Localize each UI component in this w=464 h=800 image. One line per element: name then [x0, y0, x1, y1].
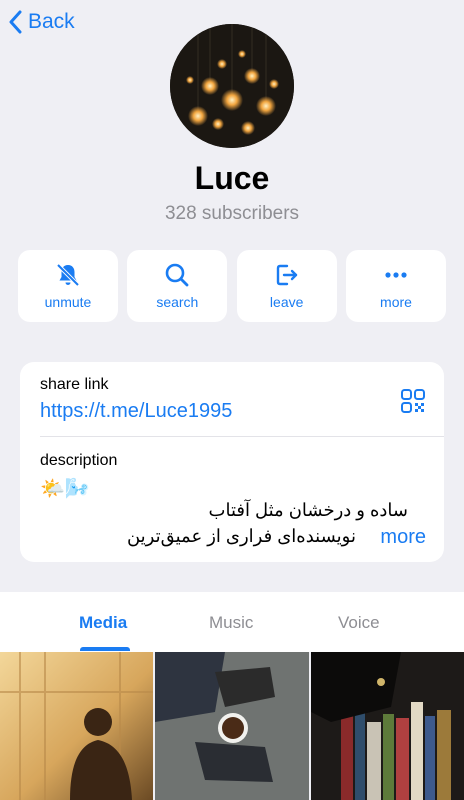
action-bar: unmute search leave more — [18, 250, 446, 322]
coffee-shoes-image — [155, 652, 309, 800]
search-button[interactable]: search — [127, 250, 228, 322]
description-line-1: ساده و درخشان مثل آفتاب — [208, 500, 408, 520]
qr-code-icon — [401, 389, 425, 413]
divider — [40, 436, 444, 437]
leave-button[interactable]: leave — [236, 250, 337, 322]
search-icon — [166, 263, 189, 287]
description-emoji: 🌤️🌬️ — [40, 478, 90, 500]
unmute-button[interactable]: unmute — [18, 250, 118, 322]
media-thumbnail[interactable] — [311, 652, 464, 800]
media-tab-bar: Media Music Voice — [0, 592, 464, 652]
leave-label: leave — [269, 294, 304, 310]
subscriber-count: 328 subscribers — [164, 203, 300, 224]
bell-slash-icon — [56, 263, 80, 287]
search-label: search — [156, 294, 199, 310]
back-button[interactable]: Back — [8, 10, 75, 34]
cat-bookshelf-image — [311, 652, 464, 800]
media-grid — [0, 652, 464, 800]
info-card: share link https://t.me/Luce1995 descrip… — [20, 362, 444, 562]
window-silhouette-image — [0, 652, 153, 800]
chevron-left-icon — [9, 10, 22, 34]
bokeh-lights-image — [170, 24, 294, 148]
media-thumbnail[interactable] — [0, 652, 153, 800]
share-link-label: share link — [40, 376, 109, 393]
leave-icon — [276, 264, 297, 286]
back-label: Back — [28, 10, 75, 33]
description-line-2: نویسنده‌ای فراری از عمیق‌ترین نقطه جهان — [126, 526, 356, 546]
tab-music[interactable]: Music — [209, 613, 253, 633]
channel-name: Luce — [194, 160, 270, 196]
active-tab-indicator — [80, 647, 130, 651]
qr-code-button[interactable] — [400, 388, 426, 419]
tab-media[interactable]: Media — [79, 613, 127, 633]
tab-voice[interactable]: Voice — [338, 613, 380, 633]
more-button[interactable]: more — [345, 250, 446, 322]
unmute-label: unmute — [44, 294, 92, 310]
description-label: description — [40, 452, 118, 469]
channel-avatar[interactable] — [170, 24, 294, 148]
description-more-link[interactable]: more — [364, 526, 426, 549]
media-thumbnail[interactable] — [155, 652, 309, 800]
ellipsis-icon — [385, 272, 407, 278]
share-link[interactable]: https://t.me/Luce1995 — [40, 400, 232, 423]
more-label: more — [380, 294, 412, 310]
